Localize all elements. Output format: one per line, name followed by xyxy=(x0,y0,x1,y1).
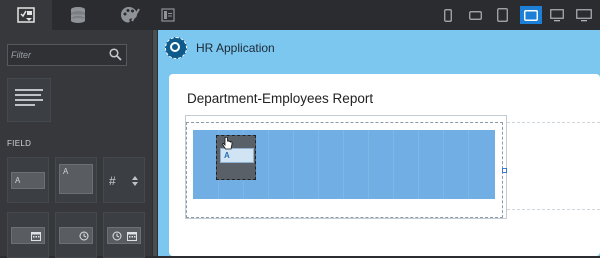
section-label-field: FIELD xyxy=(7,139,32,148)
tablet-portrait-icon xyxy=(496,8,508,22)
palette-icon xyxy=(121,7,140,23)
tab-toolbox[interactable] xyxy=(0,0,52,30)
toolbox-icon xyxy=(17,7,35,23)
report-card: Department-Employees Report A xyxy=(169,74,600,256)
palette-item-paragraph[interactable] xyxy=(7,78,51,122)
device-wide-desktop-button[interactable] xyxy=(574,6,594,24)
datetime-field-preview xyxy=(107,227,141,244)
phone-portrait-icon xyxy=(444,8,452,22)
component-palette: FIELD A A # xyxy=(0,0,158,258)
time-field-preview xyxy=(59,227,93,244)
palette-item-number-field[interactable]: # xyxy=(103,157,145,203)
number-field-label: # xyxy=(109,174,116,188)
text-field-label: A xyxy=(15,176,21,185)
date-field-preview xyxy=(11,227,45,244)
grid-column-guide xyxy=(343,130,344,199)
grid-column-guide xyxy=(468,130,469,199)
device-tablet-portrait-button[interactable] xyxy=(492,6,512,24)
calendar-icon xyxy=(127,232,137,241)
text-lines-icon xyxy=(15,89,43,106)
app-title: HR Application xyxy=(196,41,275,55)
search-icon[interactable] xyxy=(109,48,122,61)
scrollbar-thumb[interactable] xyxy=(153,30,157,256)
clock-icon xyxy=(79,231,89,241)
palette-item-time-field[interactable] xyxy=(55,212,97,258)
filter-input[interactable] xyxy=(11,48,103,62)
text-field-preview: A xyxy=(11,172,45,189)
phone-landscape-icon xyxy=(468,10,482,20)
palette-item-text-area[interactable]: A xyxy=(55,157,97,203)
hand-cursor-icon xyxy=(222,137,233,150)
device-phone-portrait-button[interactable] xyxy=(438,6,458,24)
tab-data[interactable] xyxy=(52,0,104,30)
palette-item-date-field[interactable] xyxy=(7,212,49,258)
device-toolbar xyxy=(158,0,600,30)
app-preview: HR Application Department-Employees Repo… xyxy=(158,30,600,256)
tablet-landscape-icon xyxy=(524,9,538,21)
text-area-label: A xyxy=(63,167,69,176)
grid-column-guide xyxy=(293,130,294,199)
calendar-icon xyxy=(31,232,41,241)
tab-styles[interactable] xyxy=(104,0,156,30)
grid-column-guide xyxy=(443,130,444,199)
palette-item-datetime-field[interactable] xyxy=(103,212,145,258)
grid-column-guide xyxy=(318,130,319,199)
placeholder-guide-top xyxy=(507,122,600,123)
grid-column-guide xyxy=(418,130,419,199)
placeholder-guide-bottom xyxy=(507,209,600,210)
spinner-icon xyxy=(132,176,138,186)
clock-icon xyxy=(112,231,122,241)
database-icon xyxy=(71,7,85,23)
palette-item-text-field[interactable]: A xyxy=(7,157,49,203)
desktop-icon xyxy=(550,8,564,21)
palette-tabs xyxy=(0,0,158,30)
app-logo-icon[interactable] xyxy=(165,37,187,59)
report-title[interactable]: Department-Employees Report xyxy=(187,91,373,106)
wide-desktop-icon xyxy=(576,8,592,21)
device-desktop-button[interactable] xyxy=(547,6,567,24)
device-tablet-landscape-button[interactable] xyxy=(520,6,542,24)
text-area-preview: A xyxy=(59,164,93,194)
grid-column-guide xyxy=(393,130,394,199)
device-phone-landscape-button[interactable] xyxy=(465,6,485,24)
dragged-field-label: A xyxy=(224,151,230,160)
filter-field[interactable] xyxy=(7,44,127,66)
grid-column-guide xyxy=(268,130,269,199)
collapse-panel-icon[interactable] xyxy=(161,8,175,22)
resize-handle[interactable] xyxy=(502,168,507,173)
grid-column-guide xyxy=(368,130,369,199)
